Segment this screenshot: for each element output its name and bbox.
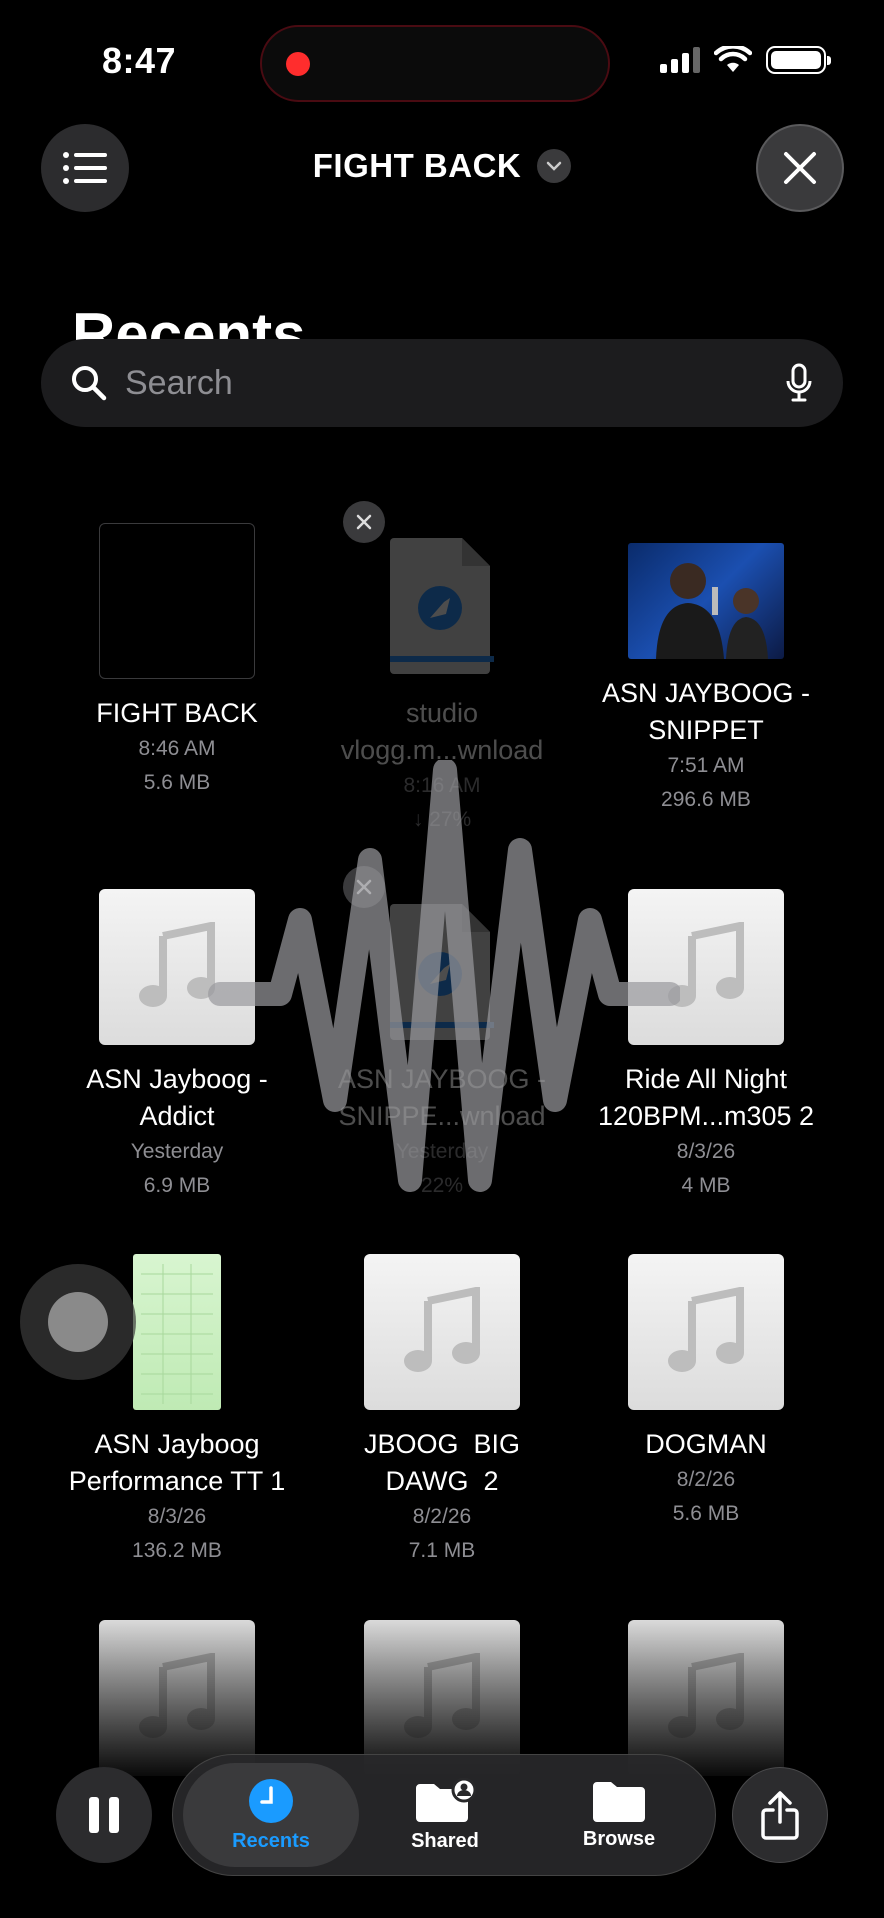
clock-icon xyxy=(249,1778,293,1823)
battery-icon xyxy=(766,46,831,74)
assistive-touch-button[interactable] xyxy=(20,1264,136,1380)
status-icons xyxy=(660,46,831,74)
video-thumbnail-icon xyxy=(656,563,768,659)
search-field[interactable]: Search xyxy=(41,339,843,427)
file-date: 8/3/26 xyxy=(147,1505,207,1528)
close-button[interactable] xyxy=(756,124,844,212)
file-thumbnail xyxy=(628,1254,784,1410)
tab-label: Shared xyxy=(411,1829,479,1852)
file-thumbnail xyxy=(628,543,784,659)
share-button[interactable] xyxy=(732,1767,828,1863)
shared-folder-icon xyxy=(416,1777,476,1822)
cellular-signal-icon xyxy=(660,47,700,73)
tab-shared[interactable]: Shared xyxy=(357,1763,533,1867)
file-thumbnail xyxy=(133,1254,221,1410)
document-preview-icon xyxy=(141,1264,213,1404)
file-thumbnail xyxy=(364,1254,520,1410)
music-note-icon xyxy=(668,1287,744,1372)
file-thumbnail xyxy=(390,533,494,679)
pause-button[interactable] xyxy=(56,1767,152,1863)
search-icon xyxy=(72,366,107,401)
file-size: 7.1 MB xyxy=(408,1539,476,1562)
file-name: FIGHT BACK xyxy=(96,698,258,728)
safari-document-icon xyxy=(390,538,494,674)
file-size: 5.6 MB xyxy=(672,1502,740,1525)
folder-icon xyxy=(593,1781,645,1822)
file-size: 136.2 MB xyxy=(132,1539,222,1562)
file-thumbnail xyxy=(99,523,255,679)
tab-label: Recents xyxy=(232,1829,310,1852)
music-note-icon xyxy=(404,1287,480,1372)
file-item[interactable]: DOGMAN 8/2/26 5.6 MB xyxy=(581,1254,831,1531)
tab-browse[interactable]: Browse xyxy=(531,1763,707,1867)
file-name: ASN Jayboog Performance TT 1 xyxy=(68,1429,286,1496)
dynamic-island[interactable] xyxy=(260,25,610,102)
tab-recents[interactable]: Recents xyxy=(183,1763,359,1867)
file-name: studio vlogg.m...wnload xyxy=(340,698,544,765)
audio-waveform-overlay xyxy=(208,760,680,1192)
status-time: 8:47 xyxy=(102,40,177,81)
file-date: 8/2/26 xyxy=(676,1468,736,1491)
file-name: JBOOG BIG DAWG 2 xyxy=(363,1429,528,1496)
microphone-icon[interactable] xyxy=(785,363,813,403)
chevron-down-icon xyxy=(537,149,572,183)
share-icon xyxy=(761,1791,799,1840)
file-item[interactable]: JBOOG BIG DAWG 2 8/2/26 7.1 MB xyxy=(317,1254,567,1568)
close-icon xyxy=(784,152,816,184)
file-item[interactable]: FIGHT BACK 8:46 AM 5.6 MB xyxy=(52,523,302,800)
wifi-icon xyxy=(714,46,752,72)
tab-bar: Recents Shared Browse xyxy=(172,1754,716,1876)
title-menu[interactable]: FIGHT BACK xyxy=(0,147,884,185)
file-name: DOGMAN xyxy=(645,1429,767,1459)
file-name: ASN JAYBOOG - SNIPPET xyxy=(601,678,811,745)
page-title: FIGHT BACK xyxy=(312,147,522,184)
pause-icon xyxy=(89,1797,99,1833)
screen-recording-icon xyxy=(286,52,310,76)
file-date: 8/2/26 xyxy=(412,1505,472,1528)
search-input[interactable]: Search xyxy=(125,364,785,403)
tab-label: Browse xyxy=(582,1827,656,1850)
